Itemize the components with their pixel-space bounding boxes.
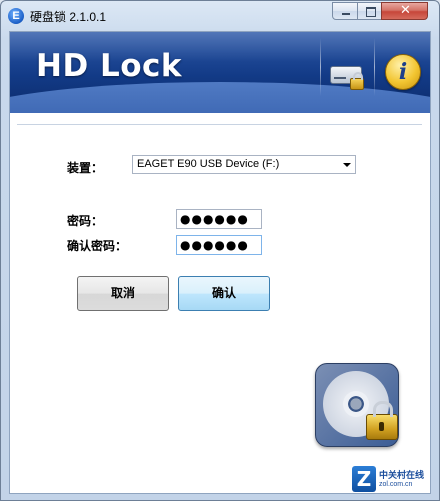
device-select-value: EAGET E90 USB Device (F:) bbox=[137, 158, 280, 170]
watermark-text: 中关村在线 bbox=[379, 470, 425, 480]
device-select[interactable]: EAGET E90 USB Device (F:) bbox=[132, 155, 356, 174]
password-field[interactable]: ●●●●●● bbox=[176, 209, 262, 229]
padlock-icon bbox=[366, 401, 398, 440]
minimize-icon bbox=[342, 13, 350, 15]
close-button[interactable]: ✕ bbox=[381, 2, 428, 20]
maximize-icon bbox=[366, 7, 376, 17]
info-icon[interactable]: i bbox=[385, 54, 421, 90]
banner-divider bbox=[320, 38, 321, 96]
confirm-button[interactable]: 确认 bbox=[178, 276, 270, 311]
close-icon: ✕ bbox=[400, 3, 411, 18]
minimize-button[interactable] bbox=[332, 2, 358, 20]
header-banner: HD Lock i bbox=[10, 32, 430, 113]
app-logo: HD Lock bbox=[36, 48, 183, 84]
form-panel: 装置： EAGET E90 USB Device (F:) 密码： ●●●●●●… bbox=[17, 124, 422, 487]
app-window: E 硬盘锁 2.1.0.1 ✕ HD Lock i 装置： EAGET E90 … bbox=[0, 0, 440, 501]
watermark: Z 中关村在线 zol.com.cn bbox=[352, 466, 424, 493]
chevron-down-icon bbox=[343, 163, 351, 167]
maximize-button[interactable] bbox=[357, 2, 382, 20]
zol-logo-icon: Z bbox=[352, 466, 376, 492]
banner-divider bbox=[374, 38, 375, 96]
watermark-sub: zol.com.cn bbox=[379, 481, 413, 488]
cancel-button[interactable]: 取消 bbox=[77, 276, 169, 311]
hdd-lock-icon[interactable] bbox=[324, 52, 368, 96]
window-title: 硬盘锁 2.1.0.1 bbox=[30, 10, 107, 24]
disk-lock-icon bbox=[315, 363, 399, 447]
confirm-password-field[interactable]: ●●●●●● bbox=[176, 235, 262, 255]
confirm-password-label: 确认密码： bbox=[67, 239, 128, 253]
app-icon: E bbox=[8, 8, 24, 24]
password-label: 密码： bbox=[67, 214, 104, 228]
device-label: 装置： bbox=[67, 161, 104, 175]
title-bar[interactable]: E 硬盘锁 2.1.0.1 ✕ bbox=[1, 1, 439, 31]
main-content: HD Lock i 装置： EAGET E90 USB Device (F:) … bbox=[9, 31, 431, 494]
